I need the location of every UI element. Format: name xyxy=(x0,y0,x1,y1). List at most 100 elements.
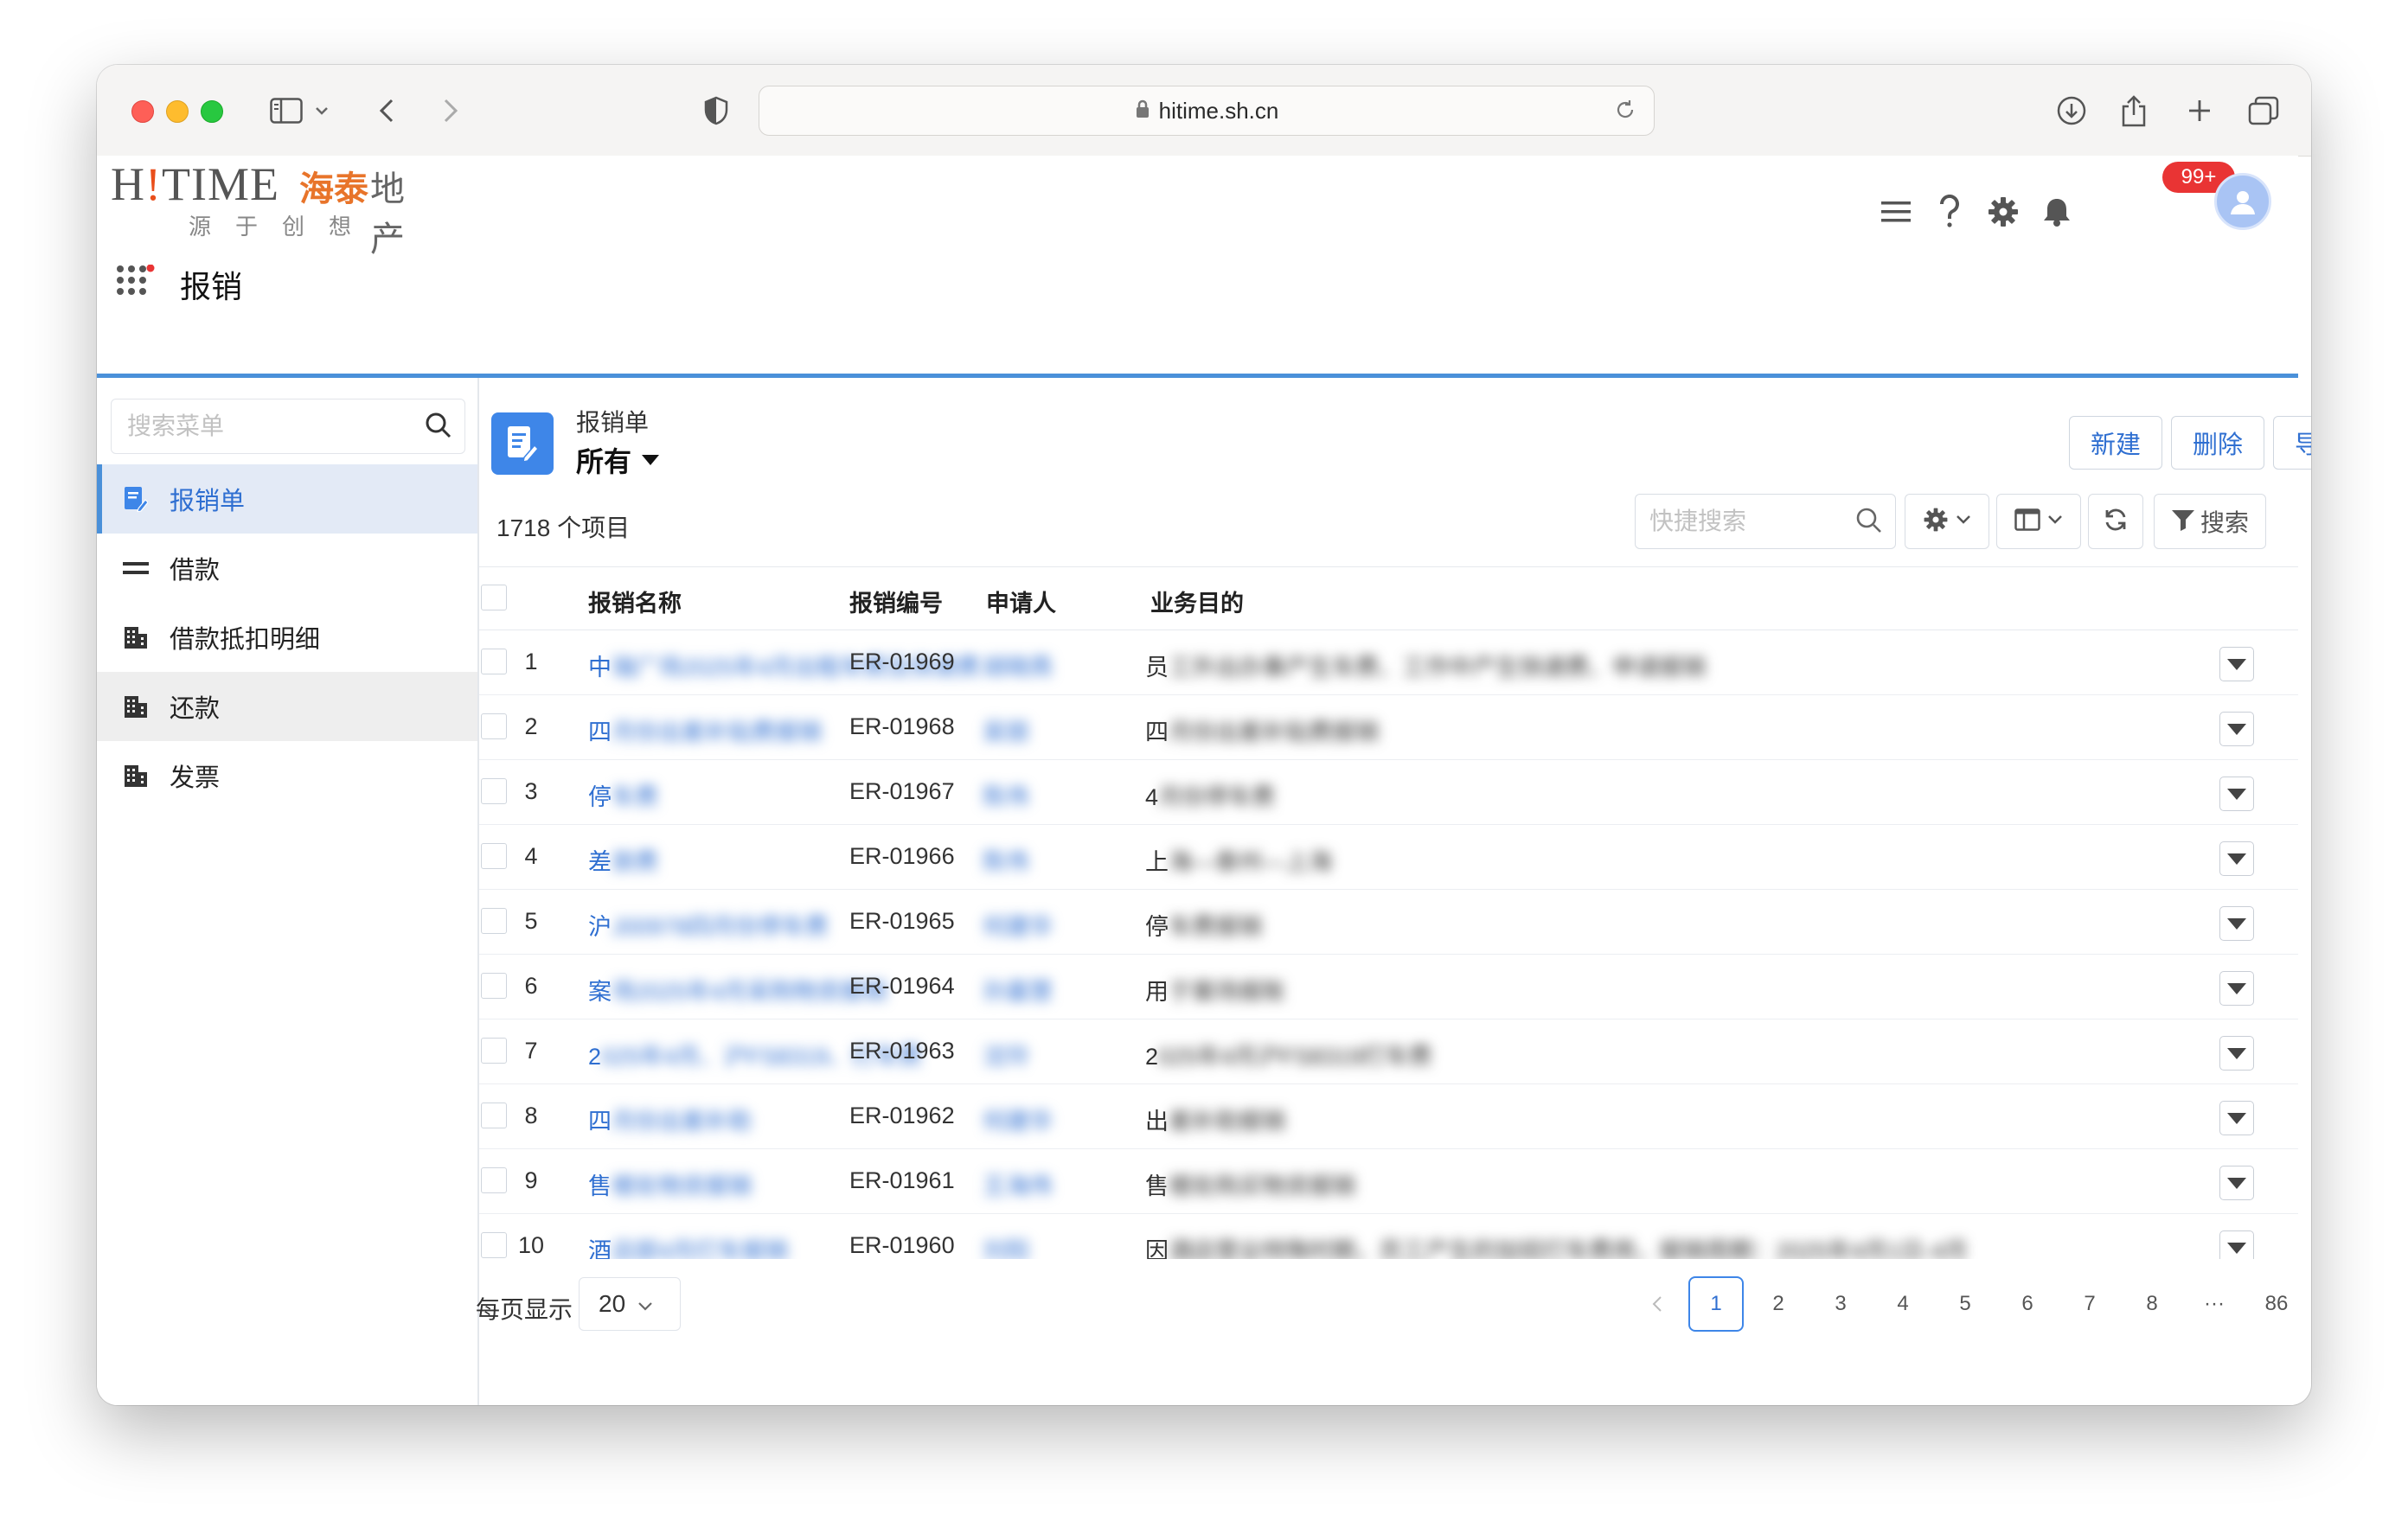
table-row[interactable]: 7 2025年4月、沪FS8319、打车费 ER-01963 沈玲 2025年4月沪FS… xyxy=(479,1019,2298,1084)
list-view-selector[interactable]: 所有 xyxy=(576,440,660,480)
company-logo[interactable]: H!TIME 海泰 地产 源于创想 xyxy=(111,157,422,259)
download-icon[interactable] xyxy=(2052,91,2091,131)
new-tab-icon[interactable] xyxy=(2180,91,2219,131)
row-actions-button[interactable] xyxy=(2219,1036,2254,1071)
new-button[interactable]: 新建 xyxy=(2069,416,2162,470)
sidebar-item-loan[interactable]: 借款 xyxy=(97,534,477,603)
page-button[interactable]: 6 xyxy=(2000,1276,2055,1332)
close-window-button[interactable] xyxy=(131,100,154,123)
row-checkbox[interactable] xyxy=(481,1167,507,1193)
reload-icon[interactable] xyxy=(1614,99,1636,125)
search-icon[interactable] xyxy=(1855,507,1883,539)
row-checkbox[interactable] xyxy=(481,713,507,739)
avatar[interactable] xyxy=(2214,173,2271,230)
applicant-link[interactable]: 何建华 xyxy=(983,1103,1053,1136)
settings-icon[interactable] xyxy=(1976,185,2030,239)
applicant-link[interactable]: 沈玲 xyxy=(983,1038,1029,1071)
table-row[interactable]: 4 差旅费 ER-01966 陈伟 上海—泰州—上海 xyxy=(479,824,2298,890)
row-checkbox[interactable] xyxy=(481,1038,507,1064)
row-checkbox[interactable] xyxy=(481,649,507,674)
menu-icon[interactable] xyxy=(1869,185,1923,239)
table-row[interactable]: 1 中瑞广场2025年4月出租车费及快递费 ER-01969 胡晓燕 员工外出办事产生车… xyxy=(479,630,2298,695)
bell-icon[interactable] xyxy=(2030,185,2084,239)
module-switcher[interactable]: 报销 xyxy=(116,258,242,311)
applicant-link[interactable]: 陈伟 xyxy=(983,778,1029,812)
chevron-down-icon[interactable] xyxy=(311,91,332,131)
row-checkbox[interactable] xyxy=(481,908,507,934)
table-row[interactable]: 2 四月份出差补贴费报销 ER-01968 吴丽 四月份出差补贴费报销 xyxy=(479,694,2298,760)
page-button[interactable]: 86 xyxy=(2249,1276,2304,1332)
tab-overview-icon[interactable] xyxy=(2244,91,2283,131)
expense-name-link[interactable]: 停车费 xyxy=(588,778,658,812)
applicant-link[interactable]: 孙嘉慧 xyxy=(983,973,1053,1007)
zoom-window-button[interactable] xyxy=(201,100,223,123)
page-button[interactable]: 5 xyxy=(1937,1276,1993,1332)
sidebar-item-expense-report[interactable]: 报销单 xyxy=(97,464,477,534)
delete-button[interactable]: 删除 xyxy=(2171,416,2264,470)
address-bar[interactable]: hitime.sh.cn xyxy=(759,86,1655,136)
expense-name-link[interactable]: 售楼处物资报销 xyxy=(588,1167,752,1201)
refresh-button[interactable] xyxy=(2088,494,2143,549)
applicant-link[interactable]: 何建华 xyxy=(983,908,1053,942)
help-icon[interactable] xyxy=(1923,185,1976,239)
page-button[interactable]: 8 xyxy=(2124,1276,2180,1332)
applicant-link[interactable]: 陈伟 xyxy=(983,843,1029,877)
applicant-link[interactable]: 吴丽 xyxy=(983,713,1029,747)
settings-dropdown-button[interactable] xyxy=(1905,494,1989,549)
sidebar-item-repayment[interactable]: 还款 xyxy=(97,672,477,741)
row-checkbox[interactable] xyxy=(481,843,507,869)
applicant-link[interactable]: 刘阳 xyxy=(983,1232,1029,1259)
expense-name-link[interactable]: 四月份出差补贴费报销 xyxy=(588,713,822,747)
page-button[interactable]: 3 xyxy=(1813,1276,1868,1332)
row-actions-button[interactable] xyxy=(2219,1230,2254,1259)
row-actions-button[interactable] xyxy=(2219,841,2254,876)
page-button[interactable]: 1 xyxy=(1688,1276,1744,1332)
row-actions-button[interactable] xyxy=(2219,1101,2254,1135)
table-row[interactable]: 6 案场2025年4月采购物资报销 ER-01964 孙嘉慧 用于案场报账 xyxy=(479,954,2298,1019)
table-row[interactable]: 9 售楼处物资报销 ER-01961 王海伟 售楼处购买物资报销 xyxy=(479,1148,2298,1214)
applicant-link[interactable]: 胡晓燕 xyxy=(983,649,1053,682)
expense-name-link[interactable]: 酒店部4月打车报销 xyxy=(588,1232,788,1259)
sidebar-toggle-icon[interactable] xyxy=(266,91,306,131)
expense-name-link[interactable]: 差旅费 xyxy=(588,843,658,877)
forward-icon[interactable] xyxy=(436,91,465,131)
sidebar-item-loan-deduction[interactable]: 借款抵扣明细 xyxy=(97,603,477,672)
applicant-link[interactable]: 王海伟 xyxy=(983,1167,1053,1201)
expense-name-link[interactable]: 四月份出差补助 xyxy=(588,1103,752,1136)
row-actions-button[interactable] xyxy=(2219,1166,2254,1200)
table-row[interactable]: 8 四月份出差补助 ER-01962 何建华 出差补助报销 xyxy=(479,1083,2298,1149)
row-actions-button[interactable] xyxy=(2219,971,2254,1006)
row-checkbox[interactable] xyxy=(481,778,507,804)
row-checkbox[interactable] xyxy=(481,973,507,999)
quick-search-input[interactable] xyxy=(1636,495,1859,548)
page-button[interactable]: 4 xyxy=(1875,1276,1931,1332)
export-button[interactable]: 导出 xyxy=(2273,416,2311,470)
share-icon[interactable] xyxy=(2114,91,2154,131)
column-header-code[interactable]: 报销编号 xyxy=(849,585,943,618)
expense-name-link[interactable]: 沪J00978四月份停车费 xyxy=(588,908,829,942)
minimize-window-button[interactable] xyxy=(166,100,189,123)
sidebar-item-invoice[interactable]: 发票 xyxy=(97,741,477,810)
sidebar-search-input[interactable] xyxy=(112,399,423,453)
app-launcher-icon[interactable] xyxy=(116,264,156,304)
column-header-name[interactable]: 报销名称 xyxy=(588,585,682,618)
page-button[interactable]: 7 xyxy=(2062,1276,2117,1332)
back-icon[interactable] xyxy=(372,91,401,131)
row-actions-button[interactable] xyxy=(2219,647,2254,681)
filter-search-button[interactable]: 搜索 xyxy=(2154,494,2266,549)
row-actions-button[interactable] xyxy=(2219,906,2254,941)
page-button[interactable]: 2 xyxy=(1751,1276,1806,1332)
row-checkbox[interactable] xyxy=(481,1232,507,1258)
table-row[interactable]: 10 酒店部4月打车报销 ER-01960 刘阳 因酒店营业特殊时期，员工产生的加班打车… xyxy=(479,1213,2298,1259)
search-icon[interactable] xyxy=(425,412,452,444)
row-actions-button[interactable] xyxy=(2219,712,2254,746)
privacy-shield-icon[interactable] xyxy=(701,91,732,131)
select-all-checkbox[interactable] xyxy=(481,585,507,610)
per-page-select[interactable]: 20 xyxy=(579,1277,681,1331)
table-row[interactable]: 3 停车费 ER-01967 陈伟 4月份停车费 xyxy=(479,759,2298,825)
row-actions-button[interactable] xyxy=(2219,777,2254,811)
column-header-applicant[interactable]: 申请人 xyxy=(986,585,1056,618)
table-row[interactable]: 5 沪J00978四月份停车费 ER-01965 何建华 停车费报销 xyxy=(479,889,2298,955)
row-checkbox[interactable] xyxy=(481,1103,507,1128)
expense-name-link[interactable]: 案场2025年4月采购物资报销 xyxy=(588,973,887,1007)
